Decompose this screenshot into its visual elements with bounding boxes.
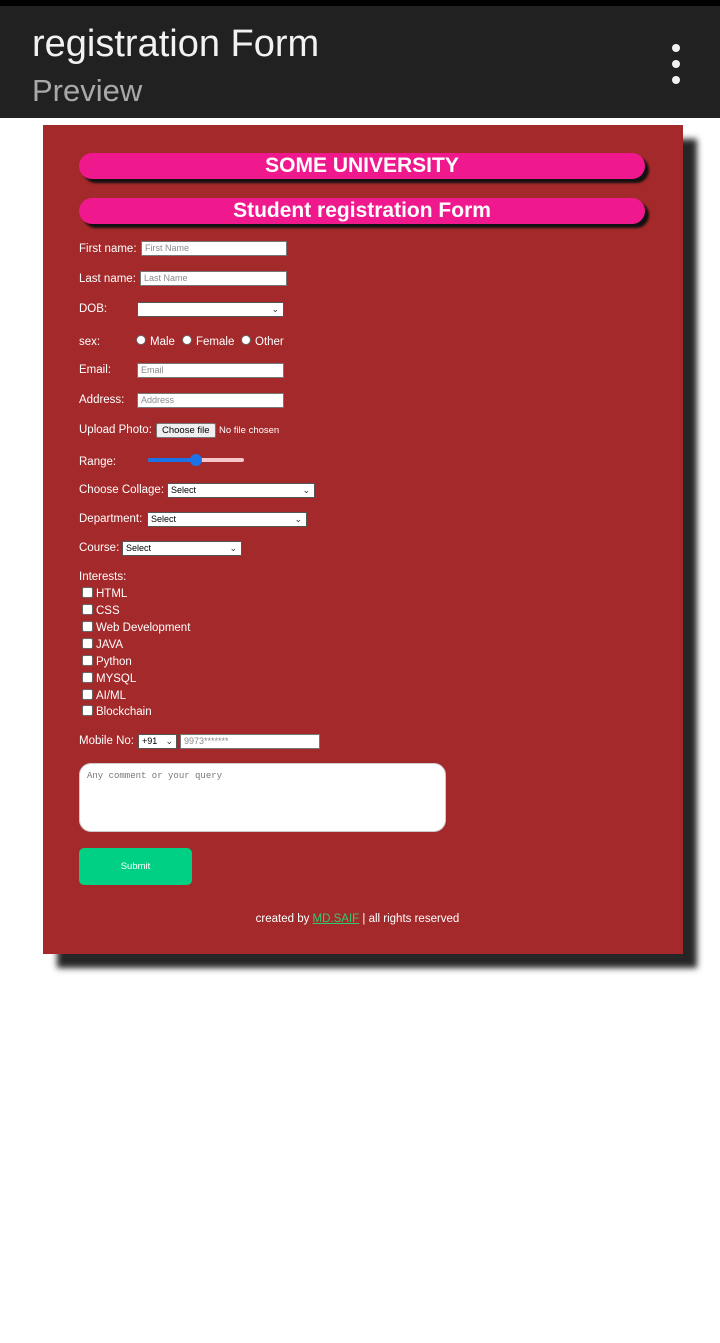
sex-label: sex: bbox=[79, 336, 101, 348]
department-select[interactable]: Select ⌄ bbox=[147, 512, 307, 527]
app-subtitle: Preview bbox=[32, 73, 143, 108]
female-radio-label: Female bbox=[196, 336, 235, 348]
male-radio-label: Male bbox=[150, 336, 175, 348]
country-code-value: +91 bbox=[142, 736, 158, 746]
dob-select[interactable]: ⌄ bbox=[137, 302, 284, 317]
chevron-down-icon: ⌄ bbox=[271, 304, 279, 314]
chevron-down-icon: ⌄ bbox=[294, 514, 302, 524]
interest-java-checkbox[interactable] bbox=[82, 638, 93, 649]
address-field[interactable]: Address bbox=[137, 393, 284, 408]
footer: created by MD.SAIF | all rights reserved bbox=[43, 913, 672, 925]
other-radio-label: Other bbox=[255, 336, 284, 348]
interest-java-label: JAVA bbox=[96, 639, 124, 651]
interest-aiml-checkbox[interactable] bbox=[82, 689, 93, 700]
other-radio[interactable] bbox=[241, 335, 251, 345]
interest-css-checkbox[interactable] bbox=[82, 604, 93, 615]
country-code-select[interactable]: +91 ⌄ bbox=[138, 734, 177, 749]
chevron-down-icon: ⌄ bbox=[302, 485, 310, 495]
last-name-label: Last name: bbox=[79, 273, 136, 285]
interests-label: Interests: bbox=[79, 571, 127, 583]
interest-mysql-checkbox[interactable] bbox=[82, 672, 93, 683]
course-label: Course: bbox=[79, 542, 120, 554]
female-radio[interactable] bbox=[182, 335, 192, 345]
submit-button[interactable]: Submit bbox=[79, 848, 192, 885]
form-title-banner: Student registration Form bbox=[79, 198, 645, 224]
range-fill bbox=[148, 458, 196, 462]
course-select[interactable]: Select ⌄ bbox=[122, 541, 242, 556]
mobile-label: Mobile No: bbox=[79, 735, 134, 747]
email-field[interactable]: Email bbox=[137, 363, 284, 378]
department-label: Department: bbox=[79, 513, 143, 525]
collage-value: Select bbox=[171, 485, 197, 495]
chevron-down-icon: ⌄ bbox=[229, 543, 237, 553]
comment-textarea[interactable]: Any comment or your query bbox=[79, 763, 446, 832]
department-value: Select bbox=[151, 514, 177, 524]
range-thumb[interactable] bbox=[190, 454, 202, 466]
interest-blockchain-checkbox[interactable] bbox=[82, 705, 93, 716]
interest-web-development-checkbox[interactable] bbox=[82, 621, 93, 632]
file-status: No file chosen bbox=[219, 425, 280, 436]
course-value: Select bbox=[126, 543, 152, 553]
chevron-down-icon: ⌄ bbox=[165, 736, 173, 746]
registration-form: SOME UNIVERSITY Student registration For… bbox=[43, 125, 683, 954]
more-options-icon[interactable] bbox=[664, 42, 688, 86]
interest-python-checkbox[interactable] bbox=[82, 655, 93, 666]
interest-css-label: CSS bbox=[96, 605, 120, 617]
address-label: Address: bbox=[79, 394, 125, 406]
interest-web-development-label: Web Development bbox=[96, 622, 191, 634]
university-banner: SOME UNIVERSITY bbox=[79, 153, 645, 179]
interest-blockchain-label: Blockchain bbox=[96, 706, 152, 718]
collage-label: Choose Collage: bbox=[79, 484, 165, 496]
dob-label: DOB: bbox=[79, 303, 108, 315]
interest-python-label: Python bbox=[96, 656, 132, 668]
interest-html-checkbox[interactable] bbox=[82, 587, 93, 598]
email-label: Email: bbox=[79, 364, 111, 376]
interest-aiml-label: AI/ML bbox=[96, 690, 127, 702]
app-title: registration Form bbox=[32, 23, 320, 65]
last-name-field[interactable]: Last Name bbox=[140, 271, 287, 286]
male-radio[interactable] bbox=[136, 335, 146, 345]
range-label: Range: bbox=[79, 456, 117, 468]
app-bar: registration Form Preview bbox=[0, 6, 720, 118]
choose-file-button[interactable]: Choose file bbox=[156, 423, 216, 438]
range-slider[interactable] bbox=[148, 452, 244, 468]
upload-photo-label: Upload Photo: bbox=[79, 424, 152, 436]
interest-mysql-label: MYSQL bbox=[96, 673, 137, 685]
mobile-number-field[interactable]: 9973******* bbox=[180, 734, 320, 749]
footer-prefix: created by bbox=[255, 913, 310, 925]
collage-select[interactable]: Select ⌄ bbox=[167, 483, 315, 498]
author-link[interactable]: MD.SAIF bbox=[313, 913, 360, 925]
first-name-field[interactable]: First Name bbox=[141, 241, 287, 256]
footer-suffix: | all rights reserved bbox=[362, 913, 460, 925]
first-name-label: First name: bbox=[79, 243, 137, 255]
interest-html-label: HTML bbox=[96, 588, 128, 600]
